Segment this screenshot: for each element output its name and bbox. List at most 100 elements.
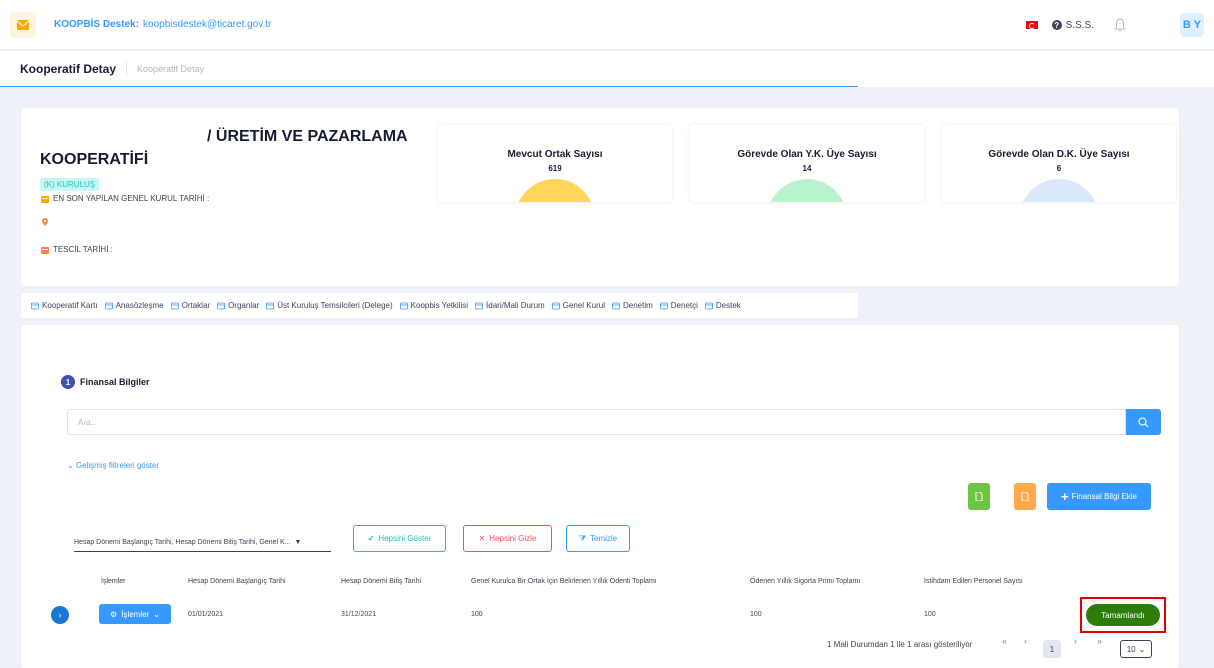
- financial-info-card: 1 Finansal Bilgiler ⌄ Gelişmiş filtreler…: [21, 325, 1179, 668]
- page-size-select[interactable]: 10 ⌄: [1120, 640, 1152, 658]
- status-badge: (K) KURULUŞ: [40, 178, 100, 191]
- row-actions-label: İşlemler: [121, 609, 150, 619]
- tab-item[interactable]: Koopbis Yetkilisi: [399, 301, 469, 310]
- stat-gauge: [515, 179, 595, 202]
- registration-label: TESCİL TARİHİ :: [53, 245, 113, 254]
- folder-icon: [217, 302, 225, 309]
- column-header[interactable]: İşlemler: [101, 578, 126, 585]
- tab-item[interactable]: Anasözleşme: [104, 301, 164, 310]
- tab-item[interactable]: Organlar: [217, 301, 259, 310]
- tab-label: Denetçi: [670, 301, 698, 310]
- cooperative-name-suffix: / ÜRETİM VE PAZARLAMA: [207, 128, 408, 145]
- page-title: Kooperatif Detay: [20, 62, 117, 76]
- column-header[interactable]: İstihdam Edilen Personel Sayısı: [924, 578, 1023, 585]
- hide-all-label: Hepsini Gizle: [489, 534, 537, 543]
- section-title: Finansal Bilgiler: [80, 377, 150, 387]
- tab-item[interactable]: Genel Kurul: [551, 301, 605, 310]
- row-actions-button[interactable]: ⚙ İşlemler ⌄: [99, 604, 171, 624]
- advanced-filters-toggle[interactable]: ⌄ Gelişmiş filtreleri göster: [67, 461, 159, 470]
- tab-item[interactable]: Ortaklar: [170, 301, 210, 310]
- detail-tabs: Kooperatif Kartı Anasözleşme Ortaklar Organ…: [21, 293, 858, 318]
- add-button-label: Finansal Bilgi Ekle: [1071, 492, 1137, 501]
- bell-icon[interactable]: [1114, 18, 1126, 32]
- clear-filters-button[interactable]: ⧩ Temizle: [566, 525, 630, 552]
- check-icon: ✔: [367, 534, 375, 543]
- breadcrumb[interactable]: Kooperatif Detay: [137, 64, 204, 74]
- tab-label: Koopbis Yetkilisi: [410, 301, 469, 310]
- tab-label: Üst Kuruluş Temsilcileri (Delege): [277, 301, 393, 310]
- stat-value: 14: [802, 164, 812, 173]
- cell-personnel: 100: [924, 611, 936, 618]
- tab-item[interactable]: Denetçi: [659, 301, 698, 310]
- caret-down-icon: ▼: [294, 539, 302, 546]
- first-page-button[interactable]: «: [1002, 636, 1007, 646]
- hide-all-button[interactable]: ✕ Hepsini Gizle: [463, 525, 552, 552]
- tab-label: Kooperatif Kartı: [42, 301, 98, 310]
- registration-info: TESCİL TARİHİ :: [41, 245, 113, 254]
- column-header[interactable]: Hesap Dönemi Başlangıç Tarihi: [188, 578, 286, 585]
- column-header[interactable]: Genel Kurulca Bir Ortak İçin Belirlenen …: [471, 578, 657, 585]
- cell-insurance-total: 100: [750, 611, 762, 618]
- stat-value: 619: [548, 164, 562, 173]
- status-highlight: Tamamlandı: [1080, 597, 1166, 633]
- chevron-down-icon: ⌄: [67, 461, 74, 470]
- search-icon: [1138, 416, 1149, 427]
- stat-gauge: [1019, 179, 1099, 202]
- excel-export-button[interactable]: [968, 483, 990, 510]
- folder-icon: [31, 302, 39, 309]
- advanced-filters-label: Gelişmiş filtreleri göster: [75, 461, 160, 470]
- cell-end-date: 31/12/2021: [341, 611, 377, 618]
- tab-item[interactable]: Kooperatif Kartı: [31, 301, 98, 310]
- column-header[interactable]: Hesap Dönemi Bitiş Tarihi: [341, 578, 421, 585]
- status-badge-completed[interactable]: Tamamlandı: [1086, 604, 1160, 626]
- support-email-link[interactable]: koopbisdestek@ticaret.gov.tr: [143, 19, 271, 30]
- folder-icon: [475, 302, 483, 309]
- calendar-check-icon: [41, 246, 49, 254]
- pdf-export-button[interactable]: [1014, 483, 1036, 510]
- chevron-right-icon: ›: [58, 610, 62, 620]
- faq-link[interactable]: S.S.S.: [1066, 20, 1094, 31]
- stat-gauge: [767, 179, 847, 202]
- column-select[interactable]: Hesap Dönemi Başlangıç Tarihi, Hesap Dön…: [74, 534, 331, 552]
- stat-title: Mevcut Ortak Sayısı: [507, 149, 603, 160]
- tab-label: Anasözleşme: [115, 301, 164, 310]
- column-header[interactable]: Ödenen Yıllık Sigorta Primi Toplamı: [750, 578, 860, 585]
- tab-label: Destek: [715, 301, 741, 310]
- next-page-button[interactable]: ›: [1074, 636, 1077, 646]
- filter-icon: ⧩: [578, 533, 586, 543]
- tab-item[interactable]: Üst Kuruluş Temsilcileri (Delege): [266, 301, 393, 310]
- tab-label: İdari/Mali Durum: [486, 301, 545, 310]
- tab-label: Genel Kurul: [562, 301, 605, 310]
- prev-page-button[interactable]: ‹: [1024, 636, 1027, 646]
- user-avatar[interactable]: B Y: [1180, 13, 1204, 37]
- folder-icon: [104, 302, 113, 309]
- tab-item[interactable]: İdari/Mali Durum: [475, 301, 545, 310]
- cell-fee-total: 100: [471, 611, 483, 618]
- cooperative-summary-card: / ÜRETİM VE PAZARLAMA KOOPERATİFİ (K) KU…: [21, 108, 1179, 286]
- folder-icon: [399, 302, 408, 309]
- column-select-value: Hesap Dönemi Başlangıç Tarihi, Hesap Dön…: [74, 539, 291, 546]
- close-icon: ✕: [478, 534, 486, 543]
- expand-row-button[interactable]: ›: [51, 606, 69, 624]
- last-page-button[interactable]: »: [1097, 636, 1102, 646]
- stat-value: 6: [1056, 164, 1062, 173]
- top-bar: KOOPBİS Destek: koopbisdestek@ticaret.go…: [0, 0, 1214, 50]
- turkish-flag-icon[interactable]: [1025, 21, 1038, 29]
- show-all-button[interactable]: ✔ Hepsini Göster: [353, 525, 446, 552]
- tab-item[interactable]: Denetim: [612, 301, 653, 310]
- tab-item[interactable]: Destek: [704, 301, 741, 310]
- tab-label: Denetim: [622, 301, 653, 310]
- support-label: KOOPBİS Destek:: [54, 19, 140, 30]
- mail-icon: [10, 11, 36, 38]
- question-icon[interactable]: ?: [1051, 20, 1062, 30]
- chevron-down-icon: ⌄: [153, 609, 160, 619]
- search-button[interactable]: [1126, 409, 1161, 435]
- search-input[interactable]: [67, 409, 1126, 435]
- folder-icon: [266, 302, 275, 309]
- add-financial-info-button[interactable]: + Finansal Bilgi Ekle: [1047, 483, 1151, 510]
- chevron-down-icon: ⌄: [1138, 644, 1146, 654]
- pdf-file-icon: [1021, 492, 1029, 501]
- last-assembly-label: EN SON YAPILAN GENEL KURUL TARİHİ :: [53, 194, 210, 203]
- current-page-button[interactable]: 1: [1043, 640, 1061, 658]
- plus-icon: +: [1061, 489, 1069, 504]
